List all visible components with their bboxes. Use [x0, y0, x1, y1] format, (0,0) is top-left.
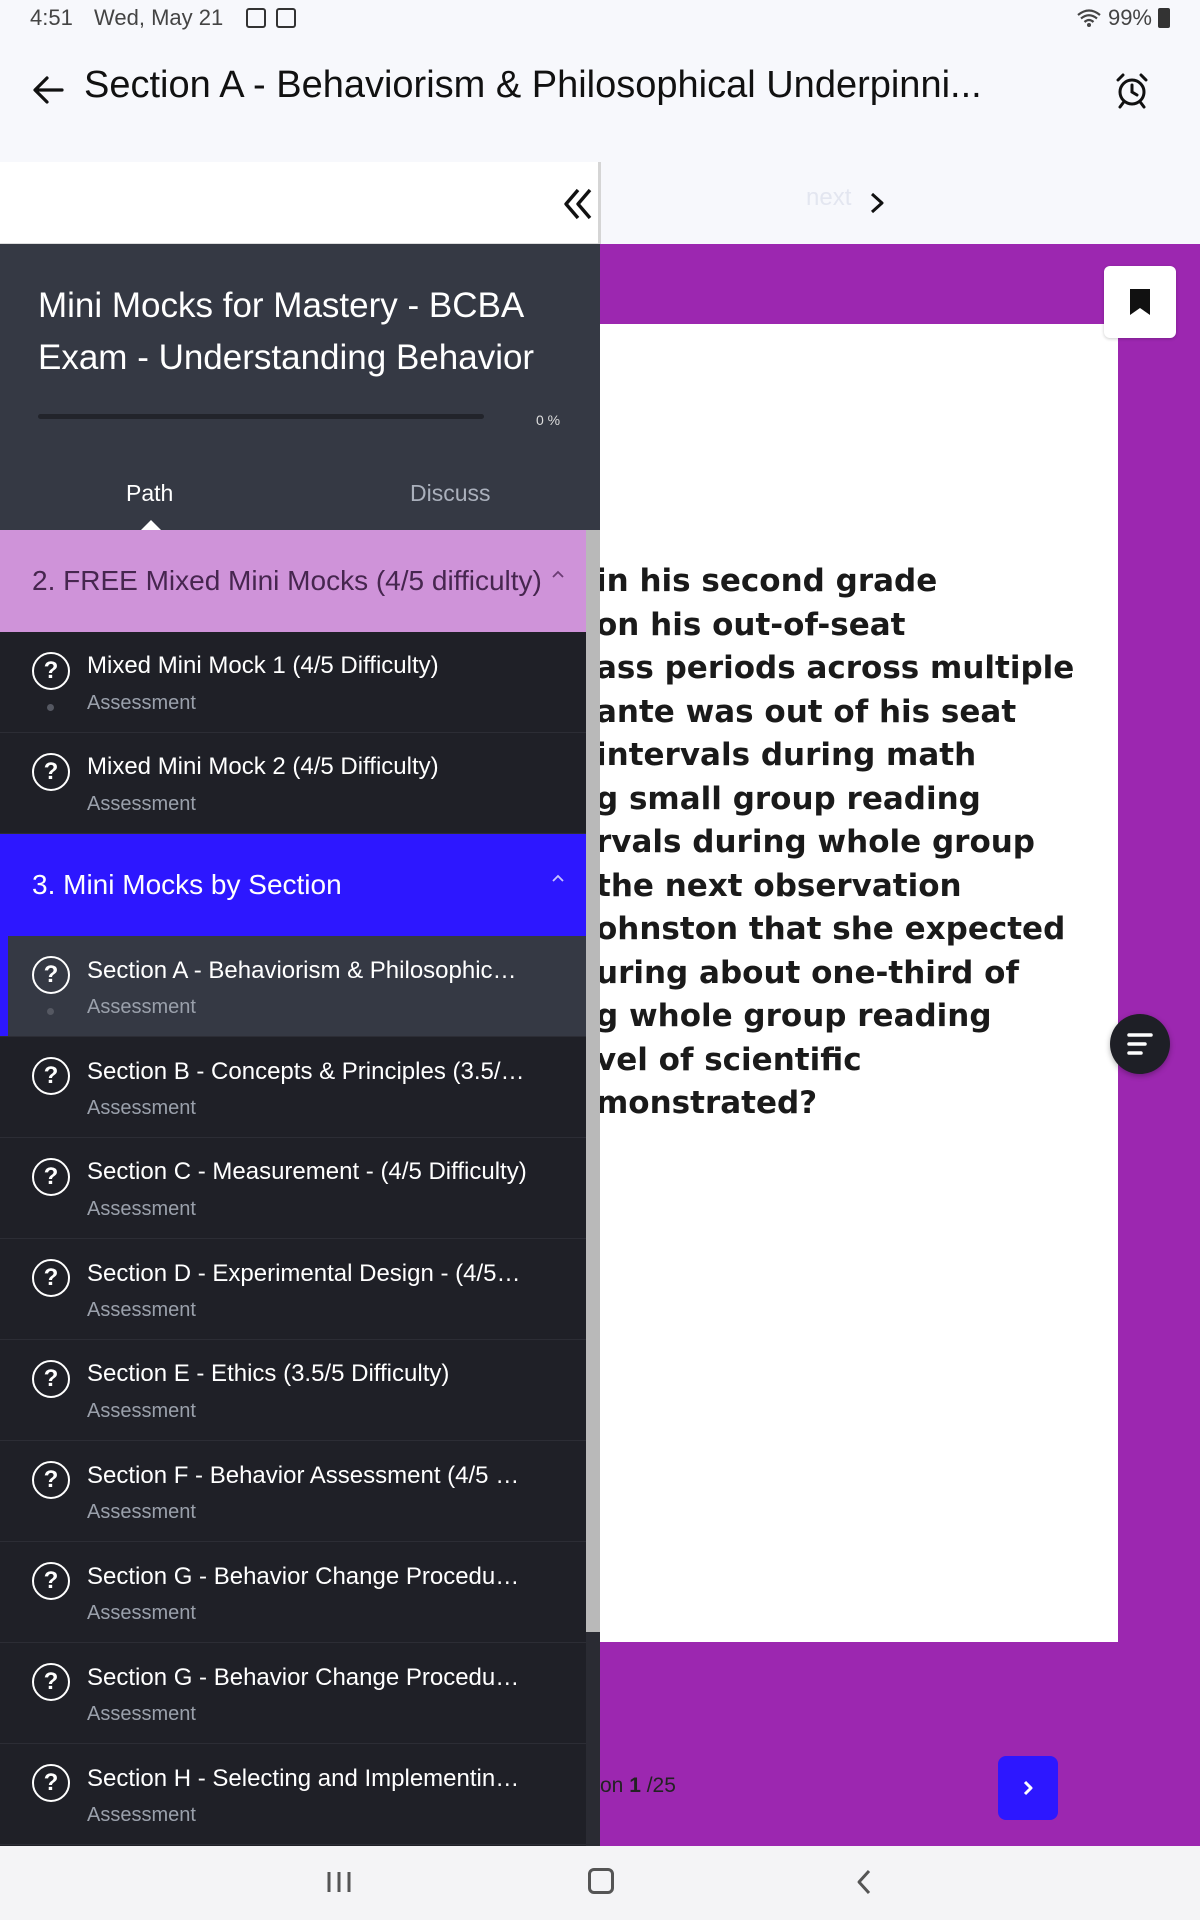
question-card: in his second grade on his out-of-seat a… [596, 324, 1118, 1642]
item-title: Section A - Behaviorism & Philosophical⋯ [87, 957, 527, 984]
home-icon[interactable] [588, 1868, 614, 1894]
item-title: Section G - Behavior Change Procedure⋯ [87, 1563, 527, 1590]
list-item[interactable]: ? Section B - Concepts & Principles (3.5… [0, 1037, 586, 1138]
section-label: 2. FREE Mixed Mini Mocks (4/5 difficulty… [32, 565, 542, 596]
question-circle-icon: ? [32, 1562, 70, 1600]
item-subtitle: Assessment [87, 996, 196, 1018]
item-subtitle: Assessment [87, 692, 196, 714]
course-progress-bar [38, 414, 484, 419]
item-title: Section G - Behavior Change Procedure⋯ [87, 1664, 527, 1691]
bookmark-button[interactable] [1104, 266, 1176, 338]
question-circle-icon: ? [32, 1158, 70, 1196]
chevron-right-icon [1023, 1780, 1033, 1796]
item-subtitle: Assessment [87, 1501, 196, 1523]
item-subtitle: Assessment [87, 1602, 196, 1624]
list-item[interactable]: ? Section C - Measurement - (4/5 Difficu… [0, 1138, 586, 1239]
status-dot [47, 1008, 54, 1015]
item-title: Mixed Mini Mock 1 (4/5 Difficulty) [87, 652, 439, 679]
app-header: Section A - Behaviorism & Philosophical … [0, 40, 1200, 162]
status-dot [47, 704, 54, 711]
status-right: 99% [1076, 5, 1170, 31]
item-subtitle: Assessment [87, 1804, 196, 1826]
arrow-left-icon[interactable] [28, 70, 68, 110]
status-bar: 4:51 Wed, May 21 99% [0, 0, 1200, 40]
system-navigation-bar [0, 1846, 1200, 1920]
section-label: 3. Mini Mocks by Section [32, 869, 342, 900]
chevron-up-icon [552, 570, 564, 578]
section-mini-mocks-by-section[interactable]: 3. Mini Mocks by Section [0, 834, 586, 936]
bookmark-icon [1130, 289, 1150, 315]
question-circle-icon: ? [32, 956, 70, 994]
item-subtitle: Assessment [87, 1400, 196, 1422]
section-free-mixed-mini-mocks[interactable]: 2. FREE Mixed Mini Mocks (4/5 difficulty… [0, 530, 586, 632]
status-date: Wed, May 21 [94, 5, 224, 30]
double-chevron-left-icon[interactable] [558, 184, 598, 224]
question-counter: on 1 /25 [600, 1774, 676, 1798]
recent-apps-icon[interactable] [326, 1870, 352, 1894]
question-circle-icon: ? [32, 652, 70, 690]
item-title: Section D - Experimental Design - (4/5 D… [87, 1260, 527, 1287]
tab-discuss[interactable]: Discuss [410, 480, 491, 507]
counter-prefix: on [600, 1774, 630, 1797]
tab-path[interactable]: Path [126, 480, 173, 507]
menu-lines-icon [1127, 1033, 1153, 1055]
gallery-notification-icon [246, 8, 266, 28]
question-circle-icon: ? [32, 1360, 70, 1398]
sidebar-toolbar [0, 162, 600, 244]
counter-total: /25 [640, 1774, 676, 1797]
item-title: Section H - Selecting and Implementing⋯ [87, 1765, 527, 1792]
course-path-list: 2. FREE Mixed Mini Mocks (4/5 difficulty… [0, 530, 586, 1846]
item-title: Section E - Ethics (3.5/5 Difficulty) [87, 1360, 450, 1387]
item-title: Section F - Behavior Assessment (4/5 Di⋯ [87, 1462, 527, 1489]
list-item-active[interactable]: ? Section A - Behaviorism & Philosophica… [0, 936, 586, 1037]
question-text: in his second grade on his out-of-seat a… [596, 563, 1075, 1121]
list-item[interactable]: ? Section G - Behavior Change Procedure⋯… [0, 1643, 586, 1744]
question-circle-icon: ? [32, 1259, 70, 1297]
question-circle-icon: ? [32, 1461, 70, 1499]
course-title: Mini Mocks for Mastery - BCBA Exam - Und… [38, 286, 535, 377]
question-panel: in his second grade on his out-of-seat a… [596, 244, 1200, 1846]
item-subtitle: Assessment [87, 1299, 196, 1321]
item-title: Section B - Concepts & Principles (3.5/5… [87, 1058, 527, 1085]
menu-button[interactable] [1110, 1014, 1170, 1074]
list-item[interactable]: ? Section F - Behavior Assessment (4/5 D… [0, 1441, 586, 1542]
sidebar-scrollbar[interactable] [586, 530, 600, 1846]
list-item[interactable]: ? Mixed Mini Mock 1 (4/5 Difficulty) Ass… [0, 632, 586, 733]
panel-divider[interactable] [598, 162, 601, 244]
course-sidebar: Mini Mocks for Mastery - BCBA Exam - Und… [0, 244, 600, 1846]
list-item[interactable]: ? Mixed Mini Mock 2 (4/5 Difficulty) Ass… [0, 733, 586, 834]
question-circle-icon: ? [32, 1057, 70, 1095]
course-progress-label: 0 % [536, 412, 561, 428]
item-subtitle: Assessment [87, 1703, 196, 1725]
chevron-right-icon[interactable] [866, 188, 888, 218]
item-title: Mixed Mini Mock 2 (4/5 Difficulty) [87, 753, 439, 780]
scrollbar-thumb[interactable] [586, 530, 600, 1632]
sidebar-header: Mini Mocks for Mastery - BCBA Exam - Und… [0, 244, 600, 530]
item-subtitle: Assessment [87, 793, 196, 815]
status-time: 4:51 [30, 5, 73, 30]
battery-level: 99% [1107, 5, 1152, 30]
item-subtitle: Assessment [87, 1097, 196, 1119]
page-title: Section A - Behaviorism & Philosophical … [84, 64, 982, 106]
back-nav-icon[interactable] [854, 1868, 874, 1896]
list-item[interactable]: ? Section G - Behavior Change Procedure⋯… [0, 1542, 586, 1643]
question-circle-icon: ? [32, 1663, 70, 1701]
question-circle-icon: ? [32, 753, 70, 791]
app-notification-icon [276, 8, 296, 28]
next-question-button[interactable] [998, 1756, 1058, 1820]
question-circle-icon: ? [32, 1764, 70, 1802]
battery-icon [1158, 8, 1170, 28]
counter-current: 1 [629, 1774, 641, 1797]
active-tab-indicator [141, 520, 161, 530]
list-item[interactable]: ? Section H - Selecting and Implementing… [0, 1744, 586, 1845]
wifi-icon [1077, 9, 1101, 27]
alarm-clock-icon[interactable] [1112, 70, 1152, 110]
list-item[interactable]: ? Section D - Experimental Design - (4/5… [0, 1239, 586, 1340]
item-subtitle: Assessment [87, 1198, 196, 1220]
next-link[interactable]: next [806, 184, 851, 212]
list-item[interactable]: ? Section E - Ethics (3.5/5 Difficulty) … [0, 1340, 586, 1441]
item-title: Section C - Measurement - (4/5 Difficult… [87, 1158, 527, 1185]
chevron-up-icon [552, 874, 564, 882]
content-toolbar: next [0, 162, 1200, 244]
